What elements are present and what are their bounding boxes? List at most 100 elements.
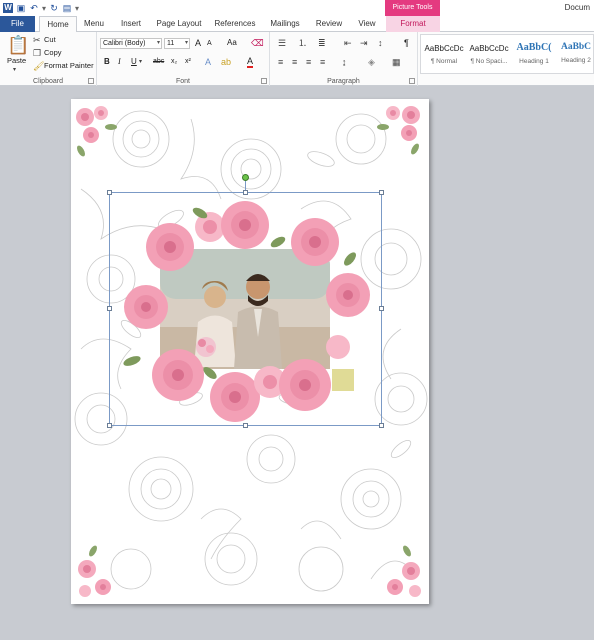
resize-handle-bottom-right[interactable] xyxy=(379,423,384,428)
change-case-button[interactable]: Aa xyxy=(227,38,237,48)
resize-handle-top[interactable] xyxy=(243,190,248,195)
paragraph-group: ☰ ⒈ ≣ ⇤ ⇥ ↕ ¶ ≡ ≡ ≡ ≡ ↨ ◈ ▦ Paragraph xyxy=(270,32,418,86)
document-title: Docum xyxy=(564,3,590,12)
underline-dropdown-icon[interactable]: ▾ xyxy=(139,57,142,67)
bullets-icon[interactable]: ☰ xyxy=(278,38,286,48)
bold-button[interactable]: B xyxy=(104,57,110,67)
style-heading-2[interactable]: AaBbC Heading 2 xyxy=(558,37,594,71)
tab-page-layout[interactable]: Page Layout xyxy=(154,16,204,32)
copy-button[interactable]: Copy xyxy=(44,48,62,58)
text-effects-icon[interactable]: A xyxy=(205,57,211,67)
corner-roses-bottom-left xyxy=(78,545,111,597)
resize-handle-top-right[interactable] xyxy=(379,190,384,195)
style-sample: AaBbCcDc xyxy=(469,44,509,53)
align-left-icon[interactable]: ≡ xyxy=(278,57,283,67)
tab-view[interactable]: View xyxy=(353,16,381,32)
customize-toolbar-icon[interactable]: ▾ xyxy=(75,4,79,13)
strikethrough-button[interactable]: abc xyxy=(153,57,164,67)
rotation-handle[interactable] xyxy=(242,174,249,181)
copy-icon[interactable]: ❐ xyxy=(33,48,41,58)
ribbon-tab-row: File Home Menu Insert Page Layout Refere… xyxy=(0,16,594,33)
tab-home[interactable]: Home xyxy=(39,16,77,33)
font-launcher-icon[interactable] xyxy=(261,78,267,84)
tab-insert[interactable]: Insert xyxy=(116,16,146,32)
styles-gallery: AaBbCcDc ¶ Normal AaBbCcDc ¶ No Spaci...… xyxy=(420,34,594,74)
justify-icon[interactable]: ≡ xyxy=(320,57,325,67)
resize-handle-bottom-left[interactable] xyxy=(107,423,112,428)
style-normal[interactable]: AaBbCcDc ¶ Normal xyxy=(423,37,465,71)
style-sample: AaBbC xyxy=(560,42,592,52)
style-name: Heading 2 xyxy=(561,57,591,64)
document-workspace xyxy=(0,87,594,640)
format-painter-icon[interactable]: 🖌 xyxy=(33,61,44,71)
picture-selection-frame[interactable] xyxy=(109,192,382,426)
undo-dropdown-icon[interactable]: ▾ xyxy=(42,4,46,13)
cut-button[interactable]: Cut xyxy=(44,35,56,45)
clipboard-group: 📋 Paste ▾ ✂ Cut ❐ Copy 🖌 Format Painter … xyxy=(0,32,97,86)
multilevel-list-icon[interactable]: ≣ xyxy=(318,38,326,48)
sort-icon[interactable]: ↕ xyxy=(378,38,383,48)
style-name: ¶ No Spaci... xyxy=(470,58,508,65)
highlight-icon[interactable]: ab xyxy=(221,57,231,67)
font-color-button[interactable]: A xyxy=(247,57,254,68)
corner-roses-top-left xyxy=(76,106,117,157)
chevron-down-icon: ▾ xyxy=(156,40,160,46)
tab-references[interactable]: References xyxy=(212,16,258,32)
word-icon: W xyxy=(3,3,13,13)
increase-indent-icon[interactable]: ⇥ xyxy=(360,38,368,48)
decrease-indent-icon[interactable]: ⇤ xyxy=(344,38,352,48)
ribbon: 📋 Paste ▾ ✂ Cut ❐ Copy 🖌 Format Painter … xyxy=(0,32,594,86)
undo-icon[interactable]: ↶ xyxy=(29,3,39,13)
tab-review[interactable]: Review xyxy=(312,16,346,32)
corner-roses-bottom-right xyxy=(387,545,421,597)
paragraph-launcher-icon[interactable] xyxy=(409,78,415,84)
underline-button[interactable]: U xyxy=(131,57,137,67)
font-size-select[interactable]: 11 ▾ xyxy=(164,38,190,49)
cut-icon[interactable]: ✂ xyxy=(33,35,41,45)
clipboard-launcher-icon[interactable] xyxy=(88,78,94,84)
subscript-button[interactable]: x₂ xyxy=(171,57,177,67)
paragraph-group-label: Paragraph xyxy=(327,78,360,85)
chevron-down-icon: ▾ xyxy=(184,40,188,46)
grow-font-button[interactable]: A xyxy=(195,38,201,48)
format-painter-button[interactable]: Format Painter xyxy=(44,61,94,71)
font-name-select[interactable]: Calibri (Body) ▾ xyxy=(100,38,162,49)
align-right-icon[interactable]: ≡ xyxy=(306,57,311,67)
clear-formatting-icon[interactable]: ⌫ xyxy=(251,38,264,48)
resize-handle-right[interactable] xyxy=(379,306,384,311)
style-no-spacing[interactable]: AaBbCcDc ¶ No Spaci... xyxy=(468,37,510,71)
paste-icon[interactable]: 📋 xyxy=(7,35,29,55)
clipboard-group-label: Clipboard xyxy=(33,78,63,85)
style-sample: AaBbCcDc xyxy=(424,44,464,53)
font-group: Calibri (Body) ▾ 11 ▾ A A Aa ⌫ B I U ▾ a… xyxy=(97,32,270,86)
numbering-icon[interactable]: ⒈ xyxy=(298,38,307,48)
superscript-button[interactable]: x² xyxy=(185,57,191,67)
style-heading-1[interactable]: AaBbC( Heading 1 xyxy=(513,37,555,71)
shrink-font-button[interactable]: A xyxy=(207,39,212,49)
paste-button-label[interactable]: Paste xyxy=(7,56,26,66)
tab-mailings[interactable]: Mailings xyxy=(266,16,304,32)
tab-file[interactable]: File xyxy=(0,16,35,32)
paste-dropdown-icon[interactable]: ▾ xyxy=(13,65,16,75)
style-name: ¶ Normal xyxy=(430,58,458,65)
corner-roses-top-right xyxy=(377,106,420,155)
show-marks-button[interactable]: ¶ xyxy=(404,38,409,48)
tab-format[interactable]: Format xyxy=(386,16,440,32)
print-preview-icon[interactable]: ▤ xyxy=(62,3,72,13)
quick-access-toolbar: W ▣ ↶ ▾ ↻ ▤ ▾ xyxy=(0,3,79,13)
redo-icon[interactable]: ↻ xyxy=(49,3,59,13)
italic-button[interactable]: I xyxy=(118,57,121,67)
font-name-value: Calibri (Body) xyxy=(103,40,146,47)
save-icon[interactable]: ▣ xyxy=(16,3,26,13)
shading-icon[interactable]: ◈ xyxy=(368,57,375,67)
title-bar: W ▣ ↶ ▾ ↻ ▤ ▾ Picture Tools Docum xyxy=(0,0,594,16)
resize-handle-left[interactable] xyxy=(107,306,112,311)
tab-menu[interactable]: Menu xyxy=(80,16,108,32)
align-center-icon[interactable]: ≡ xyxy=(292,57,297,67)
resize-handle-bottom[interactable] xyxy=(243,423,248,428)
borders-icon[interactable]: ▦ xyxy=(392,57,401,67)
style-name: Heading 1 xyxy=(519,58,549,65)
font-size-value: 11 xyxy=(167,40,175,47)
resize-handle-top-left[interactable] xyxy=(107,190,112,195)
line-spacing-icon[interactable]: ↨ xyxy=(342,57,347,67)
